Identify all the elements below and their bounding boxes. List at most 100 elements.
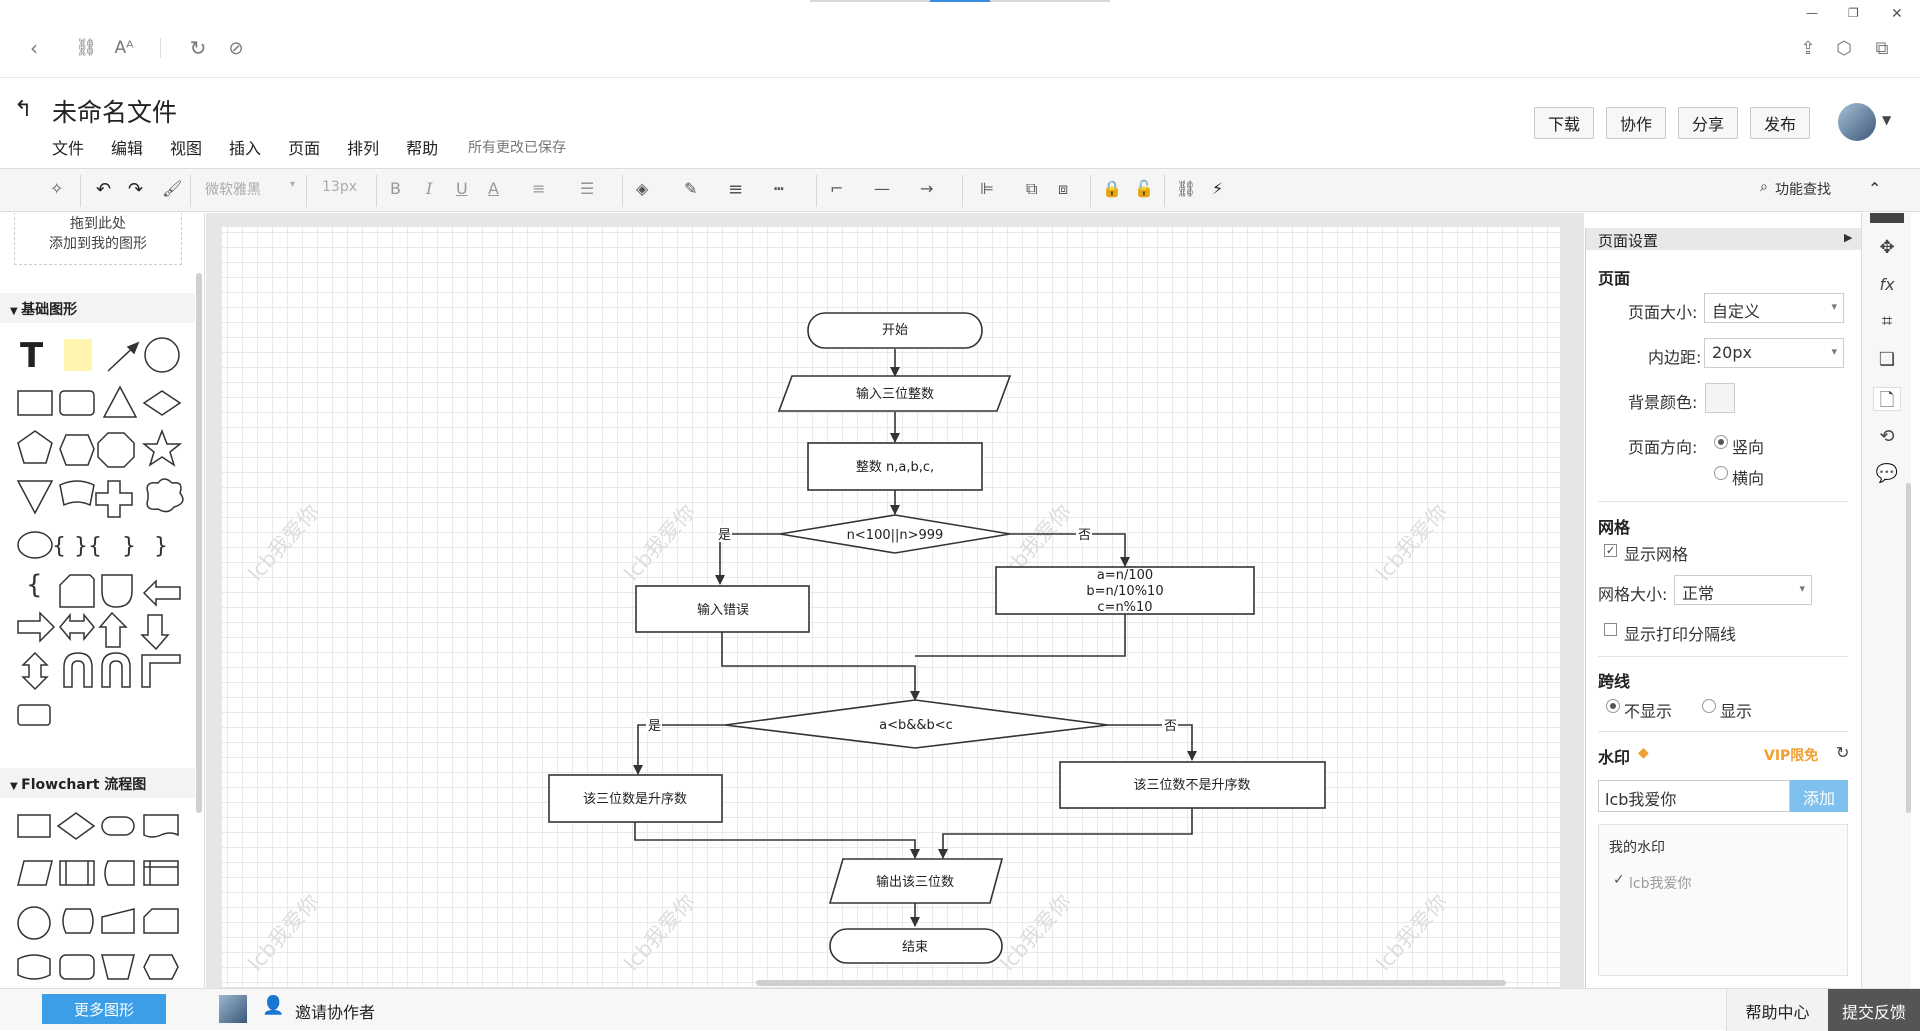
refresh-icon[interactable]: ↻ [186, 36, 210, 60]
lock-icon[interactable]: 🔒 [1102, 179, 1122, 198]
format-painter-icon[interactable]: ✧ [50, 179, 63, 198]
left-panel-scrollbar[interactable] [196, 273, 202, 813]
watermark-item[interactable]: lcb我爱你 [1629, 873, 1691, 893]
compass-icon[interactable]: ⊘ [224, 36, 248, 60]
comment-icon[interactable]: 💬 [1875, 463, 1899, 487]
history-icon[interactable]: ⟲ [1875, 426, 1899, 450]
radio-jump-show[interactable] [1702, 699, 1716, 713]
redo-icon[interactable]: ↷ [128, 179, 143, 200]
show-grid-checkbox[interactable]: ✓ [1604, 544, 1617, 557]
link-icon[interactable]: ⛓ [74, 36, 98, 60]
flowchart-shapes-grid[interactable] [12, 809, 192, 988]
line-width-icon[interactable]: ≡ [728, 179, 743, 200]
close-icon[interactable]: ✕ [1891, 6, 1903, 22]
feedback-button[interactable]: 提交反馈 [1828, 989, 1920, 1031]
menu-file[interactable]: 文件 [52, 135, 84, 159]
watermark: lcb我爱你 [1371, 889, 1452, 976]
menu-edit[interactable]: 编辑 [111, 135, 143, 159]
padding-select[interactable]: 20px [1704, 338, 1844, 368]
collaborate-button[interactable]: 协作 [1606, 107, 1666, 139]
app-header: ↰ 未命名文件 文件 编辑 视图 插入 页面 排列 帮助 所有更改已保存 下载 … [0, 79, 1920, 167]
grid-size-select[interactable]: 正常 [1674, 575, 1812, 605]
print-sep-checkbox[interactable] [1604, 623, 1617, 636]
connector-icon[interactable]: ⌐ [830, 179, 843, 198]
section-jump: 跨线 [1598, 672, 1631, 691]
watermark: lcb我爱你 [243, 499, 324, 586]
my-shapes-dropzone[interactable]: 拖到此处 添加到我的图形 [14, 213, 182, 265]
collapse-arrow-icon[interactable]: ▶ [1844, 231, 1852, 244]
help-center-button[interactable]: 帮助中心 [1726, 989, 1828, 1031]
page-settings-icon[interactable]: 🗋 [1873, 387, 1901, 411]
menu-page[interactable]: 页面 [288, 135, 320, 159]
brush-icon[interactable]: 🖌 [162, 179, 182, 198]
magic-wand-icon[interactable]: ⚡ [1212, 179, 1223, 198]
radio-portrait[interactable] [1714, 435, 1728, 449]
download-button[interactable]: 下载 [1534, 107, 1594, 139]
section-basic-shapes[interactable]: ▼ 基础图形 [0, 293, 195, 323]
svg-text:}{: }{ [74, 534, 102, 559]
my-watermark-box: 我的水印 ✓ lcb我爱你 [1598, 824, 1848, 976]
document-title[interactable]: 未命名文件 [52, 93, 177, 129]
restore-icon[interactable]: ❐ [1848, 6, 1859, 20]
invite-collaborator[interactable]: 邀请协作者 [295, 999, 375, 1023]
font-size-icon[interactable]: Aᴬ [112, 36, 136, 60]
menu-help[interactable]: 帮助 [406, 135, 438, 159]
line-spacing-icon[interactable]: ☰ [580, 179, 594, 198]
bold-icon[interactable]: B [390, 179, 401, 198]
underline-icon[interactable]: U [456, 179, 468, 198]
align-icon[interactable]: ≡ [532, 179, 545, 198]
share-out-icon[interactable]: ⇪ [1796, 36, 1820, 60]
line-type-icon[interactable]: — [874, 179, 890, 198]
svg-text:T: T [20, 336, 44, 376]
menu-view[interactable]: 视图 [170, 135, 202, 159]
align-left-icon[interactable]: ⊫ [980, 179, 994, 198]
italic-icon[interactable]: I [426, 179, 432, 198]
radio-jump-hide[interactable] [1606, 699, 1620, 713]
canvas-scrollbar[interactable] [756, 980, 1506, 986]
grid-size-label: 网格大小: [1598, 585, 1668, 604]
avatar[interactable] [1838, 103, 1876, 141]
share-button[interactable]: 分享 [1678, 107, 1738, 139]
chevron-down-icon[interactable]: ▼ [1882, 113, 1891, 127]
basic-shapes-grid[interactable]: T { }{ } } { [12, 331, 192, 751]
drawing-page[interactable]: lcb我爱你 lcb我爱你 lcb我爱你 lcb我爱你 lcb我爱你 lcb我爱… [222, 227, 1560, 987]
send-back-icon[interactable]: ⧈ [1058, 179, 1068, 199]
publish-button[interactable]: 发布 [1750, 107, 1810, 139]
line-color-icon[interactable]: ✎ [684, 179, 697, 198]
watermark-input[interactable]: lcb我爱你 [1598, 780, 1790, 812]
extension-icon[interactable]: ⧉ [1870, 36, 1894, 60]
undo-icon[interactable]: ↶ [96, 179, 111, 200]
bring-front-icon[interactable]: ⧉ [1026, 179, 1037, 199]
collapse-icon[interactable]: ⌃ [1868, 179, 1881, 198]
font-size-select[interactable]: 13px [322, 179, 357, 195]
search-icon[interactable]: ⌕ [1760, 179, 1768, 195]
pages-icon[interactable]: ❏ [1875, 349, 1899, 373]
font-color-icon[interactable]: A [488, 179, 499, 198]
reset-icon[interactable]: ↻ [1836, 743, 1849, 762]
arrow-end-icon[interactable]: → [920, 179, 933, 198]
menu-arrange[interactable]: 排列 [347, 135, 379, 159]
add-user-icon[interactable]: 👤 [262, 995, 284, 1016]
right-scrollbar[interactable] [1906, 483, 1911, 813]
feature-search[interactable]: 功能查找 [1775, 179, 1831, 199]
line-style-icon[interactable]: ┅ [774, 179, 784, 198]
formula-icon[interactable]: fx [1875, 275, 1899, 299]
menu-insert[interactable]: 插入 [229, 135, 261, 159]
crop-icon[interactable]: ⌗ [1875, 311, 1899, 335]
radio-landscape[interactable] [1714, 466, 1728, 480]
minimize-icon[interactable]: — [1806, 6, 1818, 20]
return-icon[interactable]: ↰ [14, 97, 32, 122]
watermark: lcb我爱你 [995, 499, 1076, 586]
add-watermark-button[interactable]: 添加 [1790, 780, 1848, 812]
unlock-icon[interactable]: 🔓 [1134, 179, 1154, 198]
fill-color-icon[interactable]: ◈ [636, 179, 648, 198]
navigator-icon[interactable]: ✥ [1875, 237, 1899, 261]
bg-color-picker[interactable] [1705, 383, 1735, 413]
page-size-select[interactable]: 自定义 [1704, 293, 1844, 323]
link-icon[interactable]: ⛓ [1176, 179, 1196, 198]
cube-icon[interactable]: ⬡ [1832, 36, 1856, 60]
font-family-select[interactable]: 微软雅黑 [205, 179, 261, 199]
section-flowchart[interactable]: ▼ Flowchart 流程图 [0, 768, 195, 798]
back-icon[interactable]: ‹ [22, 36, 46, 60]
more-shapes-button[interactable]: 更多图形 [42, 994, 166, 1024]
